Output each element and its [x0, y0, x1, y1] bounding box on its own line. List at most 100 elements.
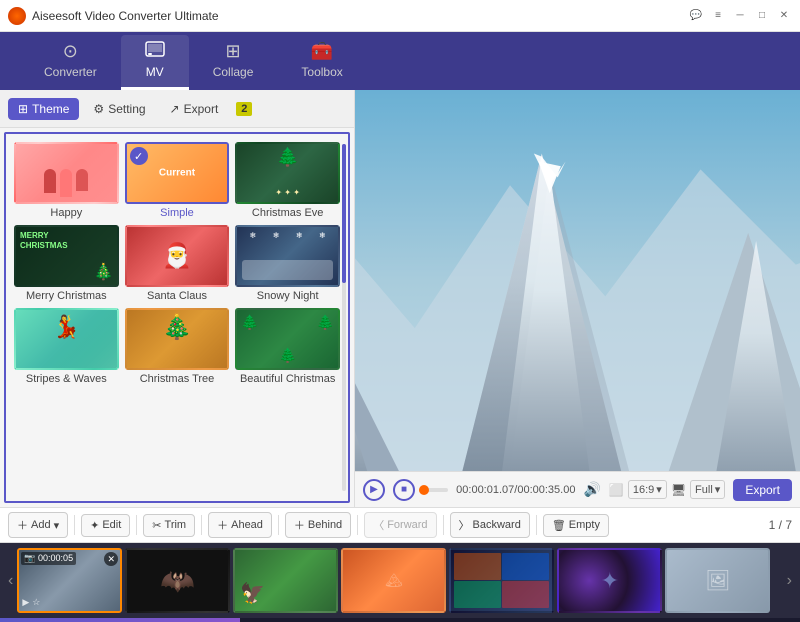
aspect-ratio-value: 16:9: [633, 484, 654, 496]
backward-button[interactable]: 〉 Backward: [450, 512, 530, 538]
tab-mv[interactable]: MV: [121, 35, 189, 90]
minimize-button[interactable]: ─: [732, 8, 748, 24]
mv-icon: [145, 41, 165, 62]
tab-collage[interactable]: ⊞ Collage: [189, 35, 278, 90]
tab-converter[interactable]: ⊙ Converter: [20, 35, 121, 90]
add-label: Add: [31, 519, 51, 531]
aspect-icon: ⬜: [609, 483, 624, 497]
theme-button[interactable]: ⊞ Theme: [8, 98, 79, 120]
timeline-next-arrow[interactable]: ›: [787, 572, 792, 590]
divider-1: [74, 515, 75, 535]
theme-item-simple[interactable]: Current ✓ Simple: [125, 142, 230, 219]
stop-button[interactable]: ■: [393, 479, 415, 501]
time-total: 00:00:35.00: [517, 484, 575, 496]
timeline-item-5[interactable]: [449, 548, 554, 613]
forward-label: Forward: [387, 519, 427, 531]
window-controls: 💬 ≡ ─ □ ✕: [688, 8, 792, 24]
title-bar: Aiseesoft Video Converter Ultimate 💬 ≡ ─…: [0, 0, 800, 32]
tab-toolbox[interactable]: 🧰 Toolbox: [277, 35, 366, 90]
theme-thumb-christmas-eve: 🌲 ✦ ✦ ✦: [235, 142, 340, 204]
theme-label-christmas-tree: Christmas Tree: [140, 373, 215, 385]
theme-item-christmas-eve[interactable]: 🌲 ✦ ✦ ✦ Christmas Eve: [235, 142, 340, 219]
theme-item-beautiful-christmas[interactable]: 🌲 🌲 🌲 Beautiful Christmas: [235, 308, 340, 385]
empty-label: Empty: [569, 519, 600, 531]
page-indicator: 1 / 7: [769, 518, 792, 532]
theme-item-merry-christmas[interactable]: MERRYCHRISTMAS 🎄 Merry Christmas: [14, 225, 119, 302]
setting-button[interactable]: ⚙ Setting: [83, 98, 155, 120]
behind-icon: ＋: [294, 517, 305, 533]
export-preview-button[interactable]: Export: [733, 479, 792, 501]
tab-collage-label: Collage: [213, 65, 254, 79]
play-button[interactable]: ▶: [363, 479, 385, 501]
chat-icon[interactable]: 💬: [688, 8, 704, 24]
export-button[interactable]: ↗ Export: [160, 98, 229, 120]
selected-check-icon: ✓: [130, 147, 148, 165]
empty-button[interactable]: 🗑 Empty: [543, 514, 609, 537]
add-button[interactable]: ＋ Add ▾: [8, 512, 68, 538]
export-preview-label: Export: [745, 483, 780, 497]
theme-label-christmas-eve: Christmas Eve: [252, 207, 324, 219]
forward-icon: 〈: [373, 517, 384, 533]
app-logo: [8, 7, 26, 25]
bottom-toolbar: ＋ Add ▾ ✦ Edit ✂ Trim ＋ Ahead ＋ Behind 〈…: [0, 507, 800, 543]
close-button[interactable]: ✕: [776, 8, 792, 24]
timeline-item-6[interactable]: ✦: [557, 548, 662, 613]
timeline-prev-arrow[interactable]: ‹: [8, 572, 13, 590]
tab-mv-label: MV: [146, 65, 164, 79]
converter-icon: ⊙: [63, 41, 78, 62]
timeline-item-3[interactable]: 🦅: [233, 548, 338, 613]
theme-item-happy[interactable]: Happy: [14, 142, 119, 219]
scroll-indicator: [342, 144, 346, 491]
theme-grid-container: Happy Current ✓ Simple 🌲 ✦: [4, 132, 350, 503]
timeline-item-4[interactable]: 🏔: [341, 548, 446, 613]
trim-button[interactable]: ✂ Trim: [143, 514, 195, 537]
forward-button[interactable]: 〈 Forward: [364, 512, 436, 538]
divider-4: [278, 515, 279, 535]
mountain-svg: [355, 90, 800, 471]
left-panel: ⊞ Theme ⚙ Setting ↗ Export 2: [0, 90, 355, 507]
timeline-item-7[interactable]: 🖼: [665, 548, 770, 613]
empty-icon: 🗑: [552, 519, 566, 532]
theme-label-merry-christmas: Merry Christmas: [26, 290, 107, 302]
timeline-progress-fill: [0, 618, 240, 622]
progress-bar[interactable]: [423, 488, 448, 492]
divider-3: [201, 515, 202, 535]
fit-mode-dropdown[interactable]: Full ▾: [690, 480, 725, 499]
theme-label-simple: Simple: [160, 207, 194, 219]
theme-thumb-stripes-waves: 💃: [14, 308, 119, 370]
maximize-button[interactable]: □: [754, 8, 770, 24]
timeline-item-2[interactable]: 🦇: [125, 548, 230, 613]
export-label: Export: [184, 102, 219, 116]
theme-label-stripes-waves: Stripes & Waves: [26, 373, 107, 385]
aspect-control: ⬜ 16:9 ▾ 🖥 Full ▾: [609, 480, 725, 499]
volume-icon[interactable]: 🔊: [583, 481, 600, 498]
theme-thumb-happy: [14, 142, 119, 204]
divider-5: [357, 515, 358, 535]
menu-icon[interactable]: ≡: [710, 8, 726, 24]
tl-icons-1: ▶ ☆: [22, 597, 40, 608]
tl-label-1: 📷 00:00:05: [21, 552, 76, 565]
aspect-ratio-dropdown[interactable]: 16:9 ▾: [628, 480, 667, 499]
behind-button[interactable]: ＋ Behind: [285, 512, 351, 538]
timeline-item-1[interactable]: 📷 00:00:05 ✕ ▶ ☆: [17, 548, 122, 613]
progress-dot: [419, 485, 429, 495]
fit-mode-value: Full: [695, 484, 713, 496]
theme-item-snowy-night[interactable]: ❄ ❄ ❄ ❄ Snowy Night: [235, 225, 340, 302]
theme-item-stripes-waves[interactable]: 💃 Stripes & Waves: [14, 308, 119, 385]
preview-area: [355, 90, 800, 471]
right-panel: ▶ ■ 00:00:01.07/00:00:35.00 🔊 ⬜ 16:9 ▾ 🖥…: [355, 90, 800, 507]
theme-thumb-simple: Current ✓: [125, 142, 230, 204]
edit-button[interactable]: ✦ Edit: [81, 514, 130, 537]
add-icon: ＋: [17, 517, 28, 533]
theme-thumb-beautiful-christmas: 🌲 🌲 🌲: [235, 308, 340, 370]
collage-icon: ⊞: [225, 41, 240, 62]
trim-icon: ✂: [152, 519, 161, 532]
divider-7: [536, 515, 537, 535]
tl-play-icon: ▶: [22, 597, 29, 608]
theme-item-christmas-tree[interactable]: 🎄 Christmas Tree: [125, 308, 230, 385]
divider-2: [136, 515, 137, 535]
scroll-thumb: [342, 144, 346, 283]
theme-item-santa-claus[interactable]: 🎅 Santa Claus: [125, 225, 230, 302]
ahead-button[interactable]: ＋ Ahead: [208, 512, 272, 538]
setting-label: Setting: [108, 102, 145, 116]
